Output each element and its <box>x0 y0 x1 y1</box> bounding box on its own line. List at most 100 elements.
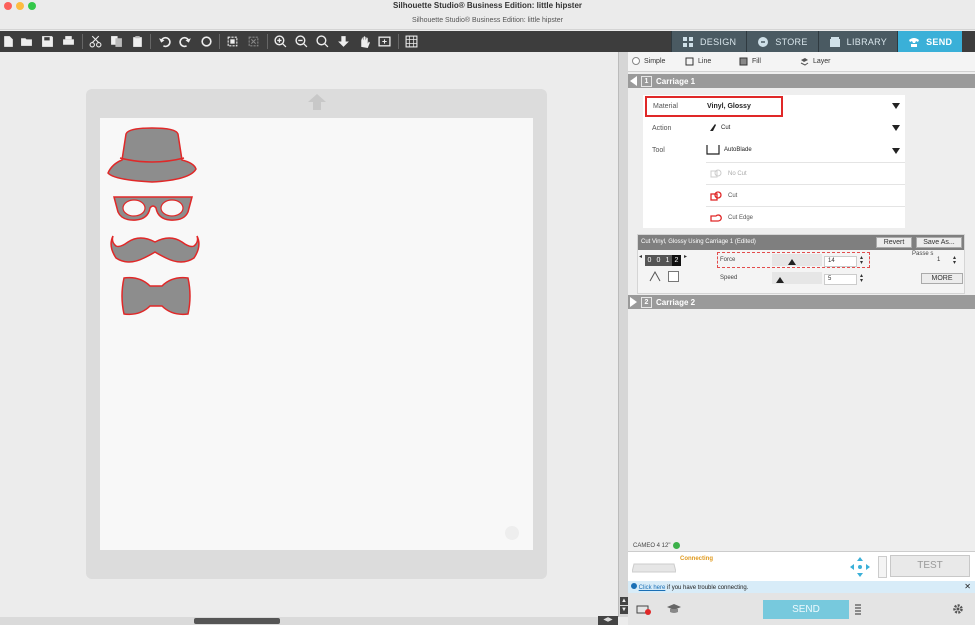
expand-arrow-icon <box>630 297 637 307</box>
force-slider[interactable] <box>772 254 822 266</box>
new-document-icon[interactable] <box>1 34 16 49</box>
test-button[interactable]: TEST <box>890 555 970 577</box>
move-blade-icon[interactable] <box>849 556 871 578</box>
save-icon[interactable] <box>40 34 55 49</box>
machine-name: CAMEO 4 12" <box>633 542 671 549</box>
queue-list-icon[interactable] <box>854 603 862 615</box>
media-page[interactable] <box>100 118 533 550</box>
cut-label: Cut <box>728 192 738 199</box>
passes-stepper-icon[interactable]: ▴ ▾ <box>953 255 956 266</box>
tab-store[interactable]: STORE <box>746 31 818 52</box>
select-all-icon[interactable] <box>225 34 240 49</box>
fit-to-window-icon[interactable] <box>377 34 392 49</box>
zoom-out-icon[interactable] <box>294 34 309 49</box>
blade-right-arrow-icon[interactable]: ▸ <box>684 254 687 260</box>
force-input[interactable]: 14 <box>824 256 857 267</box>
action-select[interactable]: Cut <box>708 123 730 132</box>
more-button[interactable]: MORE <box>921 273 963 284</box>
close-icon[interactable]: ✕ <box>964 582 971 591</box>
double-cut-checkbox[interactable] <box>668 271 679 282</box>
mode-simple-label: Simple <box>644 57 666 65</box>
deselect-icon[interactable] <box>246 34 261 49</box>
action-dropdown-icon[interactable] <box>892 125 900 131</box>
mustache-shape[interactable] <box>110 232 200 268</box>
print-and-cut-icon[interactable] <box>636 602 652 616</box>
tool-select[interactable]: AutoBlade <box>706 144 752 156</box>
collapse-arrow-icon <box>630 76 637 86</box>
paste-icon[interactable] <box>130 34 145 49</box>
passes-label: Passe s <box>912 251 934 257</box>
tutorial-cap-icon[interactable] <box>666 602 682 616</box>
speed-stepper-icon[interactable]: ▴ ▾ <box>860 273 863 284</box>
cut-option-cut[interactable]: Cut <box>706 184 905 206</box>
cut-shape-icon <box>710 190 722 201</box>
move-down-icon[interactable] <box>336 34 351 49</box>
blade-angle-icon <box>649 270 661 282</box>
redo-icon[interactable] <box>178 34 193 49</box>
scroll-down-icon[interactable]: ▼ <box>620 606 628 614</box>
send-mode-bar: Simple Line Fill Layer <box>628 52 975 72</box>
undo-icon[interactable] <box>157 34 172 49</box>
pan-hand-icon[interactable] <box>357 34 372 49</box>
scroll-up-icon[interactable]: ▲ <box>620 597 628 605</box>
blade-digit: 0 <box>645 255 654 266</box>
gear-icon[interactable] <box>952 603 964 615</box>
click-here-link[interactable]: Click here <box>639 585 666 591</box>
material-select[interactable]: Material Vinyl, Glossy <box>645 96 783 117</box>
action-label: Action <box>652 125 672 132</box>
scroll-arrows-icon[interactable]: ◀▶ <box>598 616 618 625</box>
carriage-2-header[interactable]: 2 Carriage 2 <box>628 295 975 309</box>
blade-icon <box>710 124 716 131</box>
horizontal-scrollbar[interactable] <box>0 617 618 625</box>
material-value: Vinyl, Glossy <box>707 103 751 110</box>
carriage-1-header[interactable]: 1 Carriage 1 <box>628 74 975 88</box>
tab-library[interactable]: LIBRARY <box>817 31 898 52</box>
horizontal-scroll-thumb[interactable] <box>194 618 280 624</box>
vertical-scrollbar[interactable]: ▲ ▼ <box>618 52 628 617</box>
passes-input[interactable]: 1 <box>934 256 952 267</box>
cut-icon[interactable] <box>88 34 103 49</box>
material-label: Material <box>653 103 678 110</box>
radio-icon <box>632 57 640 65</box>
workspace-tabs: DESIGN STORE LIBRARY SEND <box>671 31 963 52</box>
machine-panel[interactable]: Connecting TEST <box>628 551 975 582</box>
mode-simple[interactable]: Simple <box>632 57 665 65</box>
mode-layer[interactable]: Layer <box>800 57 831 66</box>
no-cut-icon <box>710 169 722 177</box>
grid-toggle-icon[interactable] <box>404 34 419 49</box>
mode-fill-label: Fill <box>752 58 761 65</box>
cut-option-cut-edge[interactable]: Cut Edge <box>706 206 905 228</box>
copy-icon[interactable] <box>109 34 124 49</box>
print-icon[interactable] <box>61 34 76 49</box>
speed-input[interactable]: 5 <box>824 274 857 285</box>
mode-line[interactable]: Line <box>685 57 711 66</box>
mode-fill[interactable]: Fill <box>739 57 761 66</box>
blade-position-control[interactable] <box>878 556 887 578</box>
cut-option-no-cut[interactable]: No Cut <box>706 162 905 184</box>
revert-button[interactable]: Revert <box>876 237 912 248</box>
save-as-button[interactable]: Save As... <box>916 237 962 248</box>
blade-depth-display[interactable]: 0 0 1 2 <box>645 255 681 266</box>
glasses-shape[interactable] <box>112 194 194 224</box>
tool-value: AutoBlade <box>724 147 752 153</box>
tab-send[interactable]: SEND <box>897 31 963 52</box>
hat-shape[interactable] <box>106 126 198 186</box>
tab-design[interactable]: DESIGN <box>671 31 747 52</box>
machine-status: CAMEO 4 12" <box>633 542 681 549</box>
design-canvas[interactable] <box>0 52 618 617</box>
force-label: Force <box>720 257 736 263</box>
zoom-in-icon[interactable] <box>273 34 288 49</box>
redraw-icon[interactable] <box>199 34 214 49</box>
speed-slider[interactable] <box>772 272 822 284</box>
send-button[interactable]: SEND <box>763 600 849 619</box>
tool-dropdown-icon[interactable] <box>892 148 900 154</box>
zoom-select-icon[interactable] <box>315 34 330 49</box>
bowtie-shape[interactable] <box>120 274 192 318</box>
force-slider-thumb[interactable] <box>788 259 796 265</box>
speed-slider-thumb[interactable] <box>776 277 784 283</box>
material-dropdown-icon[interactable] <box>892 103 900 109</box>
force-stepper-icon[interactable]: ▴ ▾ <box>860 255 863 266</box>
action-value: Cut <box>721 124 731 131</box>
open-folder-icon[interactable] <box>19 34 34 49</box>
blade-left-arrow-icon[interactable]: ◂ <box>639 254 642 260</box>
